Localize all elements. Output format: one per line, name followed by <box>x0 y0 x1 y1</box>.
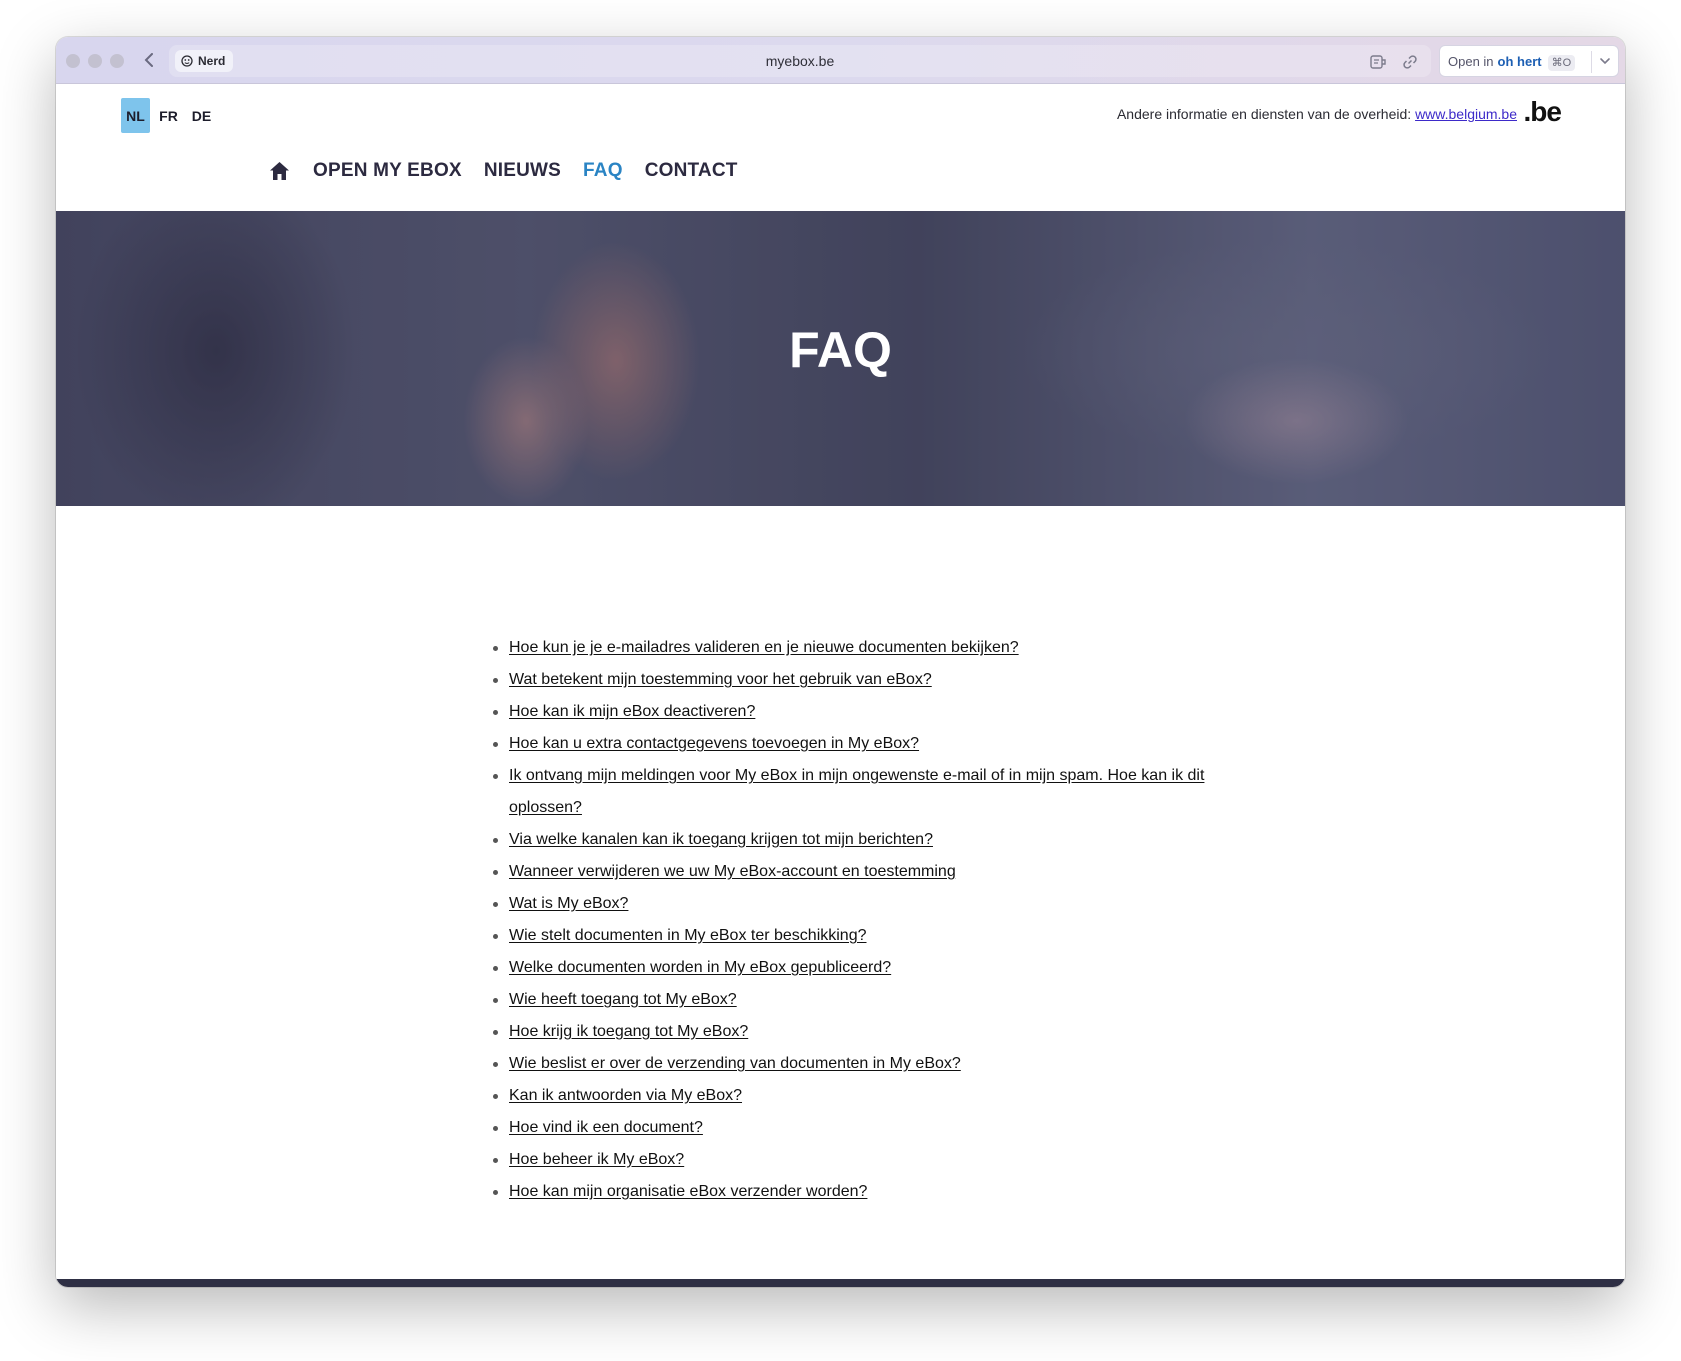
faq-question-link[interactable]: Welke documenten worden in My eBox gepub… <box>509 959 891 976</box>
faq-question-link[interactable]: Wie stelt documenten in My eBox ter besc… <box>509 927 867 944</box>
address-bar[interactable]: Nerd myebox.be <box>169 45 1431 77</box>
faq-question-link[interactable]: Wanneer verwijderen we uw My eBox-accoun… <box>509 863 956 880</box>
chevron-down-icon[interactable] <box>1599 55 1611 70</box>
faq-question-link[interactable]: Wat betekent mijn toestemming voor het g… <box>509 671 932 688</box>
reader-mode-icon[interactable] <box>1369 53 1387 71</box>
page-title: FAQ <box>789 322 892 378</box>
hero-banner: FAQ <box>56 211 1625 506</box>
faq-question-link[interactable]: Wie beslist er over de verzending van do… <box>509 1055 961 1072</box>
list-item: Hoe krijg ik toegang tot My eBox? <box>493 1016 1253 1048</box>
back-icon[interactable] <box>138 49 160 71</box>
browser-toolbar: Nerd myebox.be Open in oh hert ⌘O <box>56 37 1625 84</box>
faq-question-link[interactable]: Kan ik antwoorden via My eBox? <box>509 1087 742 1104</box>
nav-contact[interactable]: CONTACT <box>645 160 738 182</box>
list-item: Via welke kanalen kan ik toegang krijgen… <box>493 824 1253 856</box>
list-item: Hoe vind ik een document? <box>493 1112 1253 1144</box>
list-item: Hoe kun je je e-mailadres valideren en j… <box>493 632 1253 664</box>
list-item: Wanneer verwijderen we uw My eBox-accoun… <box>493 856 1253 888</box>
government-info-text: Andere informatie en diensten van de ove… <box>1116 106 1412 122</box>
language-fr[interactable]: FR <box>154 98 183 133</box>
page-content: NL FR DE Andere informatie en diensten v… <box>56 84 1625 1287</box>
list-item: Hoe kan ik mijn eBox deactiveren? <box>493 696 1253 728</box>
faq-question-link[interactable]: Hoe krijg ik toegang tot My eBox? <box>509 1023 748 1040</box>
nav-faq[interactable]: FAQ <box>583 160 623 182</box>
faq-question-link[interactable]: Ik ontvang mijn meldingen voor My eBox i… <box>509 767 1204 816</box>
open-in-shortcut: ⌘O <box>1547 54 1576 71</box>
list-item: Wat is My eBox? <box>493 888 1253 920</box>
language-de[interactable]: DE <box>187 98 216 133</box>
faq-question-link[interactable]: Hoe kun je je e-mailadres valideren en j… <box>509 639 1019 656</box>
nav-nieuws[interactable]: NIEUWS <box>484 160 561 182</box>
open-in-prefix: Open in <box>1448 53 1494 69</box>
be-logo[interactable]: .be <box>1524 96 1562 128</box>
home-icon[interactable] <box>269 160 291 182</box>
list-item: Wie heeft toegang tot My eBox? <box>493 984 1253 1016</box>
faq-question-link[interactable]: Via welke kanalen kan ik toegang krijgen… <box>509 831 933 848</box>
faq-list: Hoe kun je je e-mailadres valideren en j… <box>493 632 1253 1208</box>
faq-question-link[interactable]: Hoe kan mijn organisatie eBox verzender … <box>509 1183 867 1200</box>
list-item: Hoe kan u extra contactgegevens toevoege… <box>493 728 1253 760</box>
faq-question-link[interactable]: Wie heeft toegang tot My eBox? <box>509 991 737 1008</box>
faq-question-link[interactable]: Hoe vind ik een document? <box>509 1119 703 1136</box>
divider <box>1591 51 1592 73</box>
open-in-app-button[interactable]: Open in oh hert ⌘O <box>1439 45 1619 77</box>
faq-question-link[interactable]: Hoe beheer ik My eBox? <box>509 1151 684 1168</box>
list-item: Welke documenten worden in My eBox gepub… <box>493 952 1253 984</box>
list-item: Ik ontvang mijn meldingen voor My eBox i… <box>493 760 1253 824</box>
browser-window: Nerd myebox.be Open in oh hert ⌘O NL FR DE <box>56 37 1625 1287</box>
government-info: Andere informatie en diensten van de ove… <box>1117 106 1517 122</box>
nav-open-my-ebox[interactable]: OPEN MY EBOX <box>313 160 462 182</box>
url-text: myebox.be <box>765 53 835 69</box>
link-icon[interactable] <box>1401 53 1419 71</box>
faq-question-link[interactable]: Wat is My eBox? <box>509 895 628 912</box>
list-item: Wat betekent mijn toestemming voor het g… <box>493 664 1253 696</box>
belgium-link[interactable]: www.belgium.be <box>1415 106 1517 122</box>
language-nl[interactable]: NL <box>121 98 150 133</box>
list-item: Kan ik antwoorden via My eBox? <box>493 1080 1253 1112</box>
minimize-window-button[interactable] <box>88 54 102 68</box>
close-window-button[interactable] <box>66 54 80 68</box>
list-item: Hoe kan mijn organisatie eBox verzender … <box>493 1176 1253 1208</box>
list-item: Hoe beheer ik My eBox? <box>493 1144 1253 1176</box>
faq-question-link[interactable]: Hoe kan ik mijn eBox deactiveren? <box>509 703 755 720</box>
list-item: Wie beslist er over de verzending van do… <box>493 1048 1253 1080</box>
main-navigation: OPEN MY EBOX NIEUWS FAQ CONTACT <box>269 160 738 182</box>
footer-bar <box>56 1279 1625 1287</box>
zoom-window-button[interactable] <box>110 54 124 68</box>
faq-question-link[interactable]: Hoe kan u extra contactgegevens toevoege… <box>509 735 919 752</box>
language-switcher: NL FR DE <box>121 98 216 133</box>
open-in-app-name: oh hert <box>1497 53 1542 69</box>
list-item: Wie stelt documenten in My eBox ter besc… <box>493 920 1253 952</box>
